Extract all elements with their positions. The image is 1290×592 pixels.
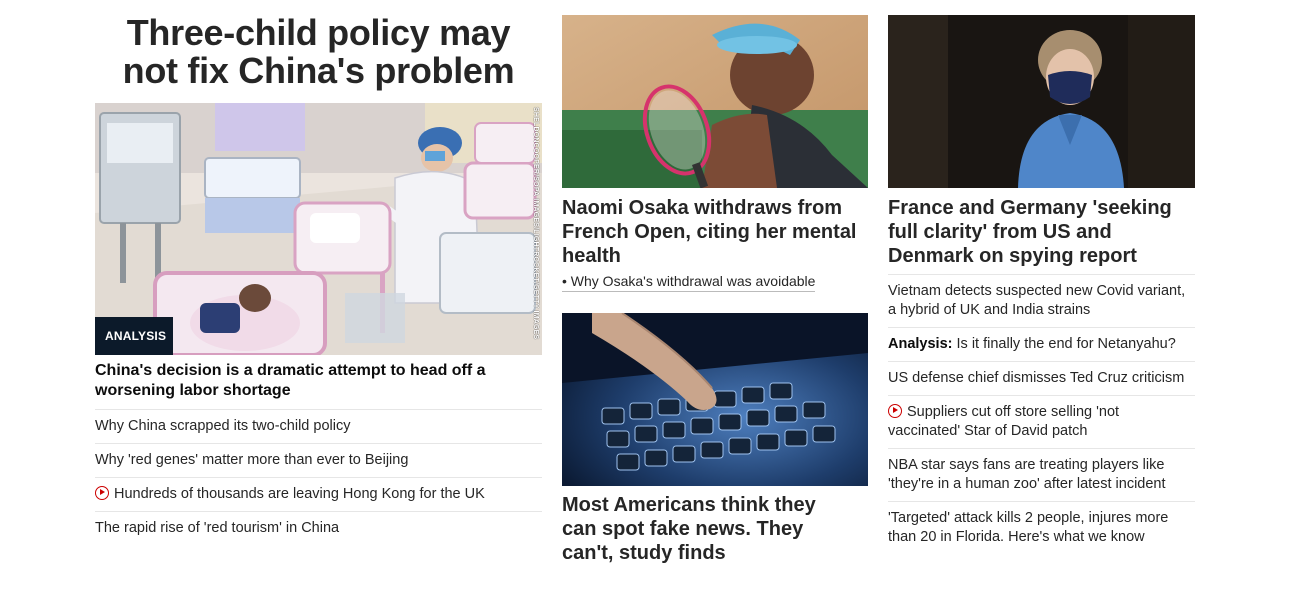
osaka-story-image[interactable] [562,15,868,188]
list-item[interactable]: 'Targeted' attack kills 2 people, injure… [888,501,1195,554]
keyboard-story-image[interactable] [562,313,868,486]
lead-headline[interactable]: Three-child policy may not fix China's p… [95,14,542,90]
link-text[interactable]: Vietnam detects suspected new Covid vari… [888,283,1185,318]
link-text[interactable]: Why China scrapped its two-child policy [95,418,350,434]
link-text[interactable]: Suppliers cut off store selling 'not vac… [888,404,1119,439]
osaka-headline[interactable]: Naomi Osaka withdraws from French Open, … [562,196,868,268]
merkel-story-image[interactable] [888,15,1195,188]
osaka-related-link[interactable]: • Why Osaka's withdrawal was avoidable [562,272,816,292]
news-homepage: Three-child policy may not fix China's p… [0,0,1290,592]
list-item[interactable]: The rapid rise of 'red tourism' in China [95,511,542,545]
link-text[interactable]: Why 'red genes' matter more than ever to… [95,452,408,468]
merkel-headline[interactable]: France and Germany 'seeking full clarity… [888,196,1195,268]
merkel-photo [888,15,1195,188]
lead-story-column: Three-child policy may not fix China's p… [95,0,542,536]
video-play-icon [95,486,109,500]
list-item[interactable]: Why 'red genes' matter more than ever to… [95,443,542,477]
analysis-label: Analysis: [888,336,953,352]
link-text[interactable]: The rapid rise of 'red tourism' in China [95,520,339,536]
video-play-icon [888,404,902,418]
list-item[interactable]: Suppliers cut off store selling 'not vac… [888,395,1195,448]
photo-credit: SHELDONCOOPER/SOPA IMAGES/LIGHTROCKET/GE… [532,107,539,340]
tennis-player-photo [562,15,868,188]
link-text[interactable]: NBA star says fans are treating players … [888,457,1166,492]
lead-story-image[interactable]: SHELDONCOOPER/SOPA IMAGES/LIGHTROCKET/GE… [95,103,542,355]
link-text[interactable]: Hundreds of thousands are leaving Hong K… [114,486,485,502]
list-item[interactable]: Why China scrapped its two-child policy [95,409,542,443]
lead-related-links: Why China scrapped its two-child policy … [95,409,542,545]
link-text[interactable]: Is it finally the end for Netanyahu? [957,336,1176,352]
list-item[interactable]: Analysis: Is it finally the end for Neta… [888,327,1195,361]
lead-subheadline[interactable]: China's decision is a dramatic attempt t… [95,361,515,401]
more-stories-list: Vietnam detects suspected new Covid vari… [888,274,1195,554]
keyboard-photo [562,313,868,486]
analysis-badge: ANALYSIS [95,317,173,355]
list-item[interactable]: Hundreds of thousands are leaving Hong K… [95,477,542,511]
list-item[interactable]: US defense chief dismisses Ted Cruz crit… [888,361,1195,395]
link-text[interactable]: US defense chief dismisses Ted Cruz crit… [888,370,1184,386]
list-item[interactable]: Vietnam detects suspected new Covid vari… [888,274,1195,327]
link-text[interactable]: 'Targeted' attack kills 2 people, injure… [888,510,1168,545]
list-item[interactable]: NBA star says fans are treating players … [888,448,1195,501]
fake-news-headline[interactable]: Most Americans think they can spot fake … [562,493,852,565]
